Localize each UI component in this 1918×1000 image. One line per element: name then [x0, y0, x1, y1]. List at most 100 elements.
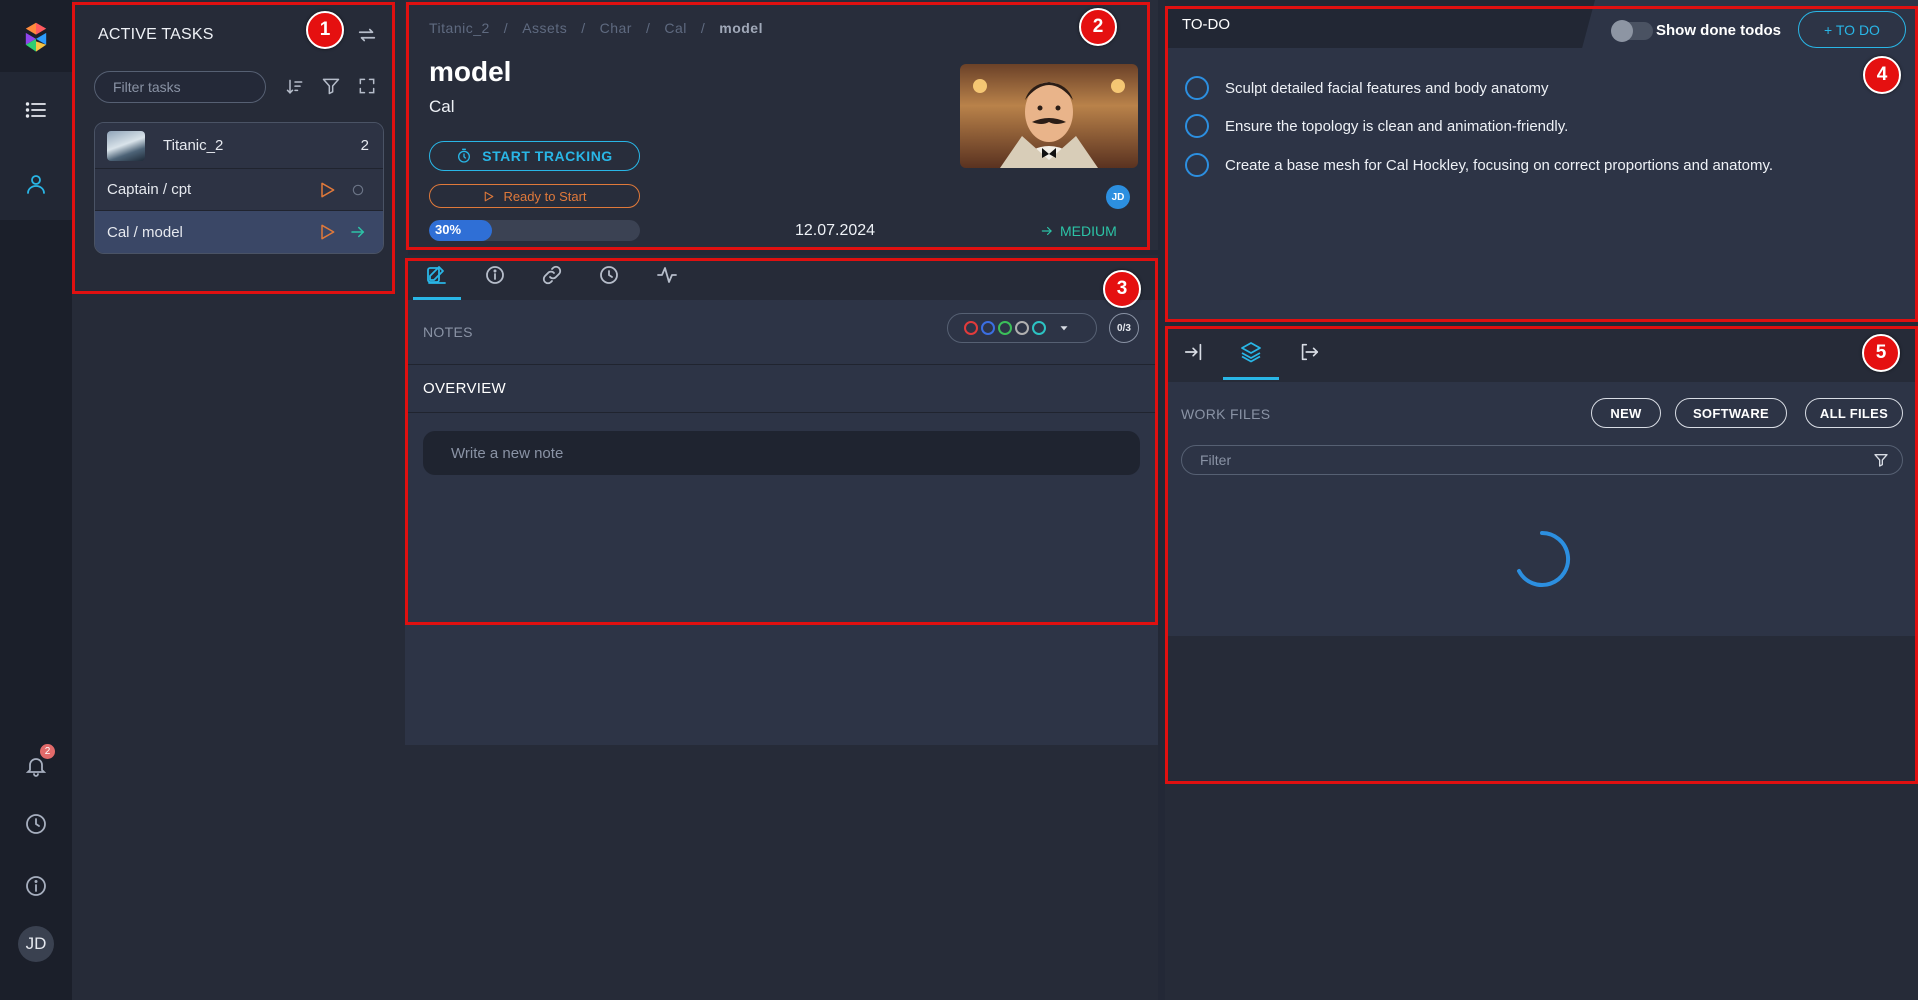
status-label: Ready to Start — [503, 188, 587, 204]
arrow-right-icon — [1041, 226, 1052, 236]
show-done-toggle[interactable] — [1611, 20, 1653, 42]
todo-checkbox[interactable] — [1185, 76, 1209, 100]
files-filter-button[interactable] — [1873, 452, 1889, 468]
info-icon — [486, 266, 504, 284]
breadcrumb: Titanic_2 / Assets / Char / Cal / model — [429, 20, 763, 36]
color-filter-dot[interactable] — [1032, 321, 1046, 335]
breadcrumb-separator: / — [581, 20, 586, 36]
todo-item[interactable]: Ensure the topology is clean and animati… — [1185, 114, 1568, 138]
color-filter-dot[interactable] — [1015, 321, 1029, 335]
tab-activity[interactable] — [655, 263, 679, 287]
expand-button[interactable] — [357, 76, 377, 96]
tab-notes[interactable] — [425, 263, 449, 287]
files-filter-placeholder: Filter — [1200, 452, 1232, 468]
color-filter-dots — [964, 321, 1046, 335]
new-note-input[interactable]: Write a new note — [423, 431, 1140, 475]
all-files-button[interactable]: ALL FILES — [1805, 398, 1903, 428]
edit-icon — [427, 266, 446, 284]
task-row[interactable]: Captain / cpt — [95, 169, 383, 211]
sign-out-icon — [1301, 343, 1319, 361]
play-icon[interactable] — [317, 180, 337, 200]
clock-icon — [600, 266, 618, 284]
refresh-button[interactable] — [356, 24, 378, 46]
progress-label: 30% — [435, 222, 462, 237]
start-tracking-button[interactable]: START TRACKING — [429, 141, 640, 171]
user-nav[interactable] — [0, 148, 72, 220]
filter-tasks-input[interactable]: Filter tasks — [94, 71, 266, 103]
page-subtitle: Cal — [429, 97, 455, 116]
todo-checkbox[interactable] — [1185, 114, 1209, 138]
info-button[interactable] — [0, 868, 72, 904]
divider — [405, 412, 1158, 413]
breadcrumb-current: model — [719, 20, 763, 36]
filter-button[interactable] — [321, 76, 341, 96]
work-files-body: WORK FILES NEW SOFTWARE ALL FILES Filter — [1165, 382, 1918, 636]
overview-heading: OVERVIEW — [423, 380, 506, 397]
notification-count-badge: 2 — [40, 744, 55, 759]
project-name: Titanic_2 — [163, 137, 224, 154]
software-button[interactable]: SOFTWARE — [1675, 398, 1787, 428]
play-icon — [485, 191, 494, 201]
tasks-nav[interactable] — [0, 72, 72, 148]
breadcrumb-item[interactable]: Cal — [664, 20, 687, 36]
sort-button[interactable] — [285, 77, 305, 97]
color-filter-dot[interactable] — [964, 321, 978, 335]
todo-panel: TO-DO Show done todos + TO DO Sculpt det… — [1165, 0, 1918, 322]
layers-icon — [1241, 342, 1261, 363]
app-logo[interactable] — [0, 18, 72, 58]
task-row[interactable]: Cal / model — [95, 211, 383, 253]
color-filter-dot[interactable] — [981, 321, 995, 335]
notifications-button[interactable]: 2 — [0, 744, 72, 784]
info-icon — [26, 876, 46, 896]
breadcrumb-item[interactable]: Assets — [522, 20, 567, 36]
todo-text: Create a base mesh for Cal Hockley, focu… — [1225, 156, 1774, 174]
annotation-marker-4: 4 — [1863, 56, 1901, 94]
project-task-count: 2 — [360, 137, 369, 154]
logo-icon — [25, 22, 47, 52]
work-files-label: WORK FILES — [1181, 406, 1271, 422]
app-rail: 2 JD — [0, 0, 72, 1000]
new-file-button[interactable]: NEW — [1591, 398, 1661, 428]
play-icon[interactable] — [317, 222, 337, 242]
stopwatch-icon — [458, 148, 471, 163]
priority-label: MEDIUM — [1060, 223, 1117, 239]
tab-work-files[interactable] — [1239, 340, 1263, 364]
tab-inputs[interactable] — [1183, 341, 1205, 363]
tab-info[interactable] — [483, 263, 507, 287]
tab-history[interactable] — [597, 263, 621, 287]
notes-body: NOTES 0/3 OVERVIEW Write a new note — [405, 300, 1158, 745]
arrow-right-icon[interactable] — [349, 223, 367, 241]
toggle-knob — [1611, 20, 1633, 42]
todo-checkbox[interactable] — [1185, 153, 1209, 177]
character-portrait-icon — [973, 79, 1125, 168]
note-count-badge: 0/3 — [1109, 313, 1139, 343]
history-button[interactable] — [0, 806, 72, 842]
add-todo-button[interactable]: + TO DO — [1798, 11, 1906, 48]
task-header-panel: Titanic_2 / Assets / Char / Cal / model mode… — [405, 0, 1158, 250]
page-title: model — [429, 56, 512, 87]
circle-icon[interactable] — [351, 183, 365, 197]
breadcrumb-item[interactable]: Titanic_2 — [429, 20, 490, 36]
project-thumbnail — [107, 130, 145, 161]
task-thumbnail[interactable] — [960, 64, 1138, 168]
files-filter-input[interactable]: Filter — [1181, 445, 1903, 475]
priority-indicator[interactable]: MEDIUM — [1040, 223, 1117, 239]
clock-icon — [26, 814, 46, 834]
task-list: Titanic_2 2 Captain / cpt Cal / model — [94, 122, 384, 254]
task-label: Cal / model — [107, 223, 183, 241]
assignee-avatar[interactable]: JD — [1106, 185, 1130, 209]
show-done-label: Show done todos — [1656, 22, 1781, 39]
tab-links[interactable] — [540, 263, 564, 287]
list-icon — [25, 102, 46, 118]
todo-item[interactable]: Sculpt detailed facial features and body… — [1185, 76, 1549, 100]
todo-text: Ensure the topology is clean and animati… — [1225, 117, 1569, 135]
project-row[interactable]: Titanic_2 2 — [95, 123, 383, 169]
todo-item[interactable]: Create a base mesh for Cal Hockley, focu… — [1185, 153, 1773, 177]
color-filter-dropdown[interactable] — [947, 313, 1097, 343]
tab-outputs[interactable] — [1298, 341, 1320, 363]
fullscreen-icon — [359, 78, 375, 94]
status-dropdown[interactable]: Ready to Start — [429, 184, 640, 208]
breadcrumb-item[interactable]: Char — [600, 20, 632, 36]
color-filter-dot[interactable] — [998, 321, 1012, 335]
user-avatar[interactable]: JD — [18, 926, 54, 962]
